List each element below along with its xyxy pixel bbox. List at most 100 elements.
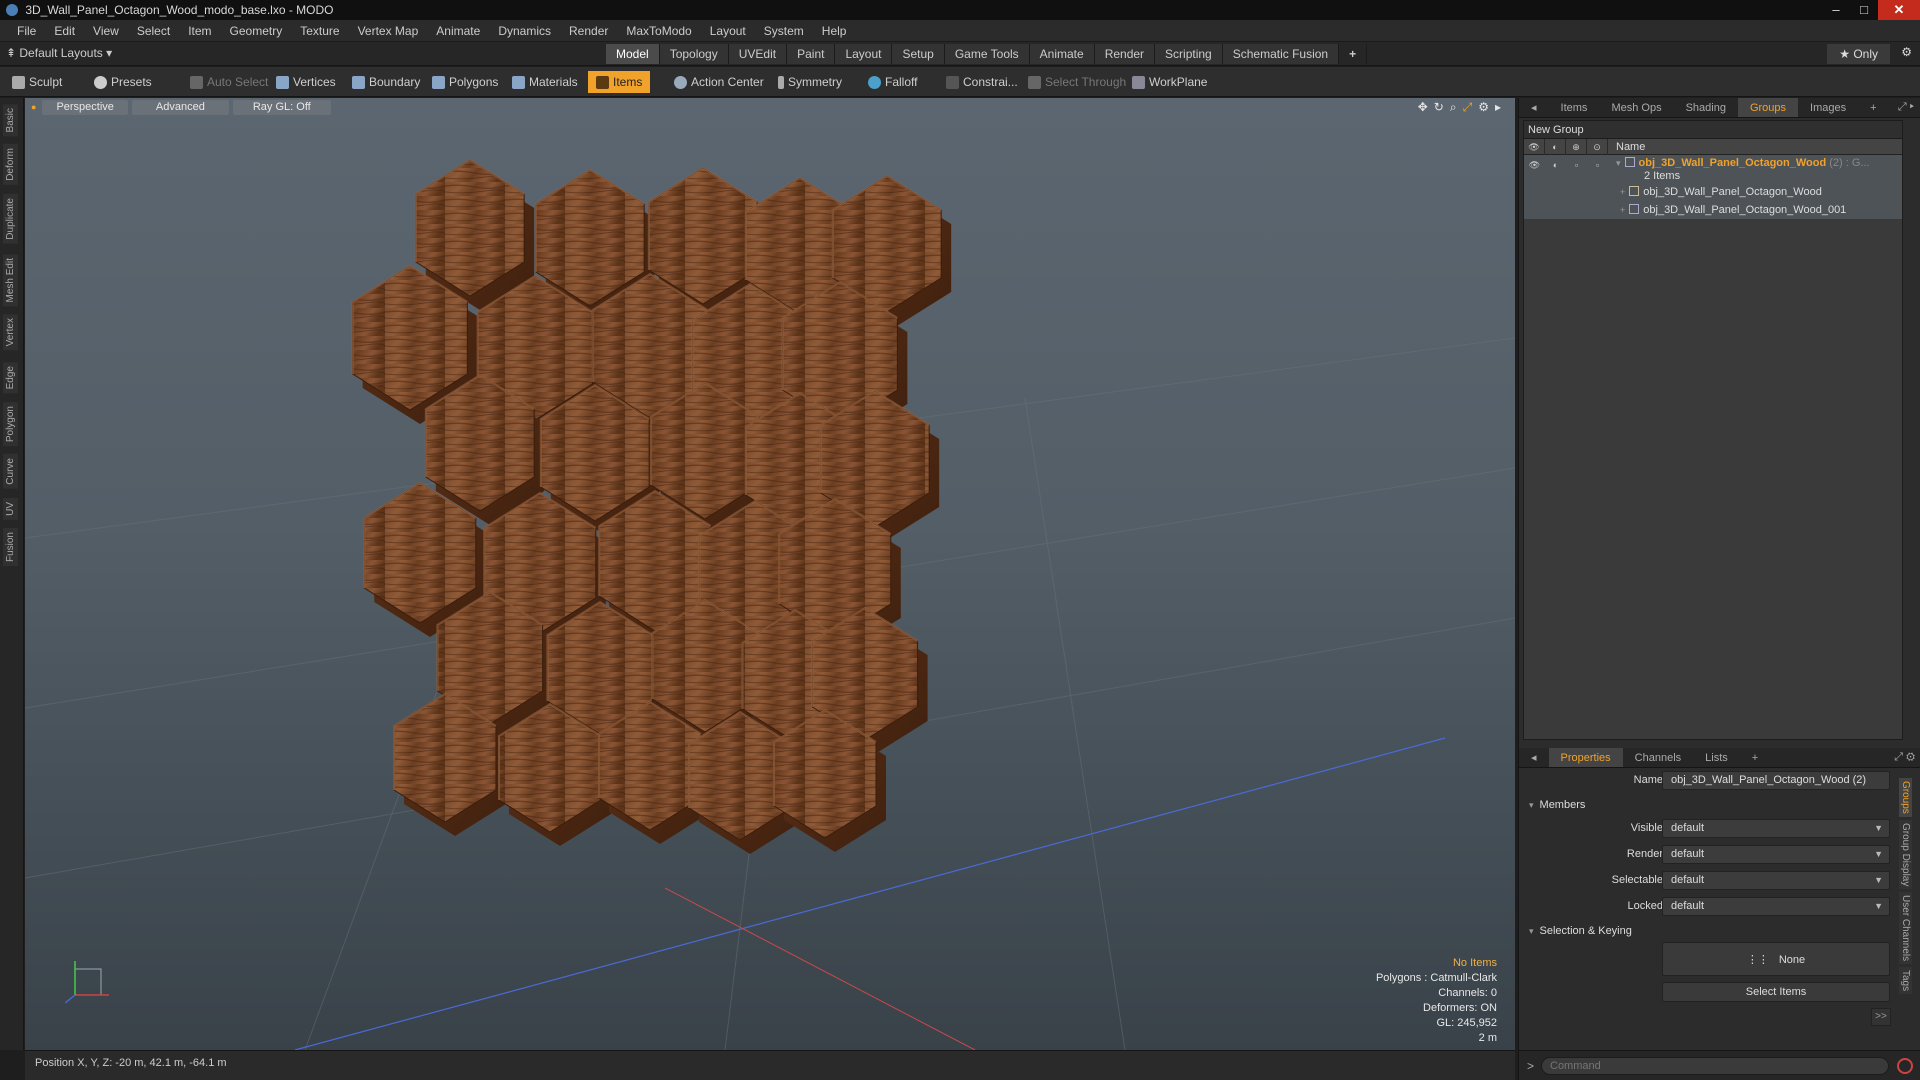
selection-keying-section[interactable]: ▾ Selection & Keying [1519, 920, 1920, 942]
left-tab-curve[interactable]: Curve [3, 454, 18, 489]
wall-panel-mesh[interactable] [351, 158, 952, 854]
menu-file[interactable]: File [8, 24, 45, 38]
constraints-button[interactable]: Constrai... [938, 71, 1026, 93]
group-row[interactable]: 👁 ◐ ▫ ▫ ▾ obj_3D_Wall_Panel_Octagon_Wood … [1524, 155, 1902, 183]
side-tab-user-channels[interactable]: User Channels [1899, 892, 1912, 965]
tab-topology[interactable]: Topology [659, 44, 729, 64]
left-tab-duplicate[interactable]: Duplicate [3, 194, 18, 244]
tab-mesh-ops[interactable]: Mesh Ops [1599, 98, 1673, 117]
materials-button[interactable]: Materials [504, 71, 586, 93]
tab-paint[interactable]: Paint [787, 44, 836, 64]
polygons-button[interactable]: Polygons [424, 71, 506, 93]
fit-icon[interactable]: ⤢ [1463, 100, 1473, 115]
render-column-icon[interactable]: ◐ [1545, 138, 1566, 155]
maximize-button[interactable]: □ [1850, 0, 1878, 20]
menu-animate[interactable]: Animate [427, 24, 489, 38]
select-items-button[interactable]: Select Items [1662, 982, 1890, 1002]
tab-properties[interactable]: Properties [1548, 748, 1623, 767]
props-menu-icon[interactable]: ◂ [1519, 748, 1549, 767]
visible-dropdown[interactable]: default ▼ [1662, 819, 1890, 838]
tab-images[interactable]: Images [1798, 98, 1858, 117]
viewport-menu-icon[interactable]: ● [31, 102, 36, 112]
tab-items[interactable]: Items [1549, 98, 1600, 117]
gear-icon[interactable]: ⚙ [1901, 45, 1912, 59]
more-button[interactable]: >> [1871, 1008, 1891, 1026]
menu-help[interactable]: Help [813, 24, 856, 38]
view-type-button[interactable]: Perspective [42, 99, 128, 115]
panel-menu-icon[interactable]: ◂ [1519, 98, 1549, 117]
command-input[interactable] [1541, 1057, 1889, 1075]
tab-shading[interactable]: Shading [1674, 98, 1738, 117]
menu-layout[interactable]: Layout [701, 24, 755, 38]
menu-select[interactable]: Select [128, 24, 179, 38]
menu-texture[interactable]: Texture [291, 24, 348, 38]
auto-select-button[interactable]: Auto Select [182, 71, 276, 93]
menu-maxtomodo[interactable]: MaxToModo [617, 24, 700, 38]
tab-render[interactable]: Render [1094, 44, 1156, 64]
layout-preset-dropdown[interactable]: ⇞ Default Layouts ▾ [6, 46, 112, 60]
select-through-button[interactable]: Select Through [1020, 71, 1134, 93]
expand-icon[interactable]: ▸ [1495, 100, 1501, 115]
vertices-button[interactable]: Vertices [268, 71, 344, 93]
action-center-button[interactable]: Action Center [666, 71, 772, 93]
stop-icon[interactable] [1897, 1058, 1913, 1074]
menu-item[interactable]: Item [179, 24, 220, 38]
side-tab-groups[interactable]: Groups [1899, 778, 1912, 817]
expand-triangle-icon[interactable]: + [1620, 187, 1625, 197]
new-group-button[interactable]: New Group [1524, 121, 1902, 139]
tab-animate[interactable]: Animate [1029, 44, 1095, 64]
left-tab-mesh-edit[interactable]: Mesh Edit [3, 254, 18, 307]
menu-edit[interactable]: Edit [45, 24, 84, 38]
menu-vertex-map[interactable]: Vertex Map [349, 24, 428, 38]
left-tab-vertex[interactable]: Vertex [3, 314, 18, 351]
tab-scripting[interactable]: Scripting [1155, 44, 1223, 64]
3d-viewport[interactable]: ● Perspective Advanced Ray GL: Off ✥ ↻ ⌕… [25, 98, 1515, 1050]
group-select-icon[interactable]: ▫ [1587, 157, 1608, 173]
only-toggle[interactable]: ★ Only [1827, 44, 1890, 64]
tab-model[interactable]: Model [606, 44, 660, 64]
left-tab-polygon[interactable]: Polygon [3, 402, 18, 447]
selectable-dropdown[interactable]: default ▼ [1662, 871, 1890, 890]
props-expand-icon[interactable]: ⤢ ⚙ [1894, 751, 1915, 764]
close-button[interactable]: ✕ [1878, 0, 1920, 20]
visibility-column-icon[interactable]: 👁 [1524, 138, 1545, 155]
panel-expand-icon[interactable]: ⤢ ▸ [1898, 101, 1914, 114]
menu-geometry[interactable]: Geometry [221, 24, 292, 38]
group-lock-icon[interactable]: ▫ [1566, 157, 1587, 173]
left-tab-basic[interactable]: Basic [3, 104, 18, 137]
list-item[interactable]: + obj_3D_Wall_Panel_Octagon_Wood [1524, 183, 1902, 201]
left-tab-edge[interactable]: Edge [3, 362, 18, 394]
shading-mode-button[interactable]: Advanced [131, 99, 229, 115]
side-tab-group-display[interactable]: Group Display [1899, 819, 1912, 890]
keying-none-button[interactable]: ⋮⋮ None [1662, 942, 1890, 976]
group-visible-icon[interactable]: 👁 [1524, 157, 1545, 173]
group-render-icon[interactable]: ◐ [1545, 157, 1566, 173]
scene-canvas[interactable] [25, 98, 1515, 1050]
add-panel-tab-button[interactable]: + [1858, 98, 1888, 117]
lock-column-icon[interactable]: ⊕ [1566, 138, 1587, 155]
minimize-button[interactable]: – [1822, 0, 1850, 20]
list-item[interactable]: + obj_3D_Wall_Panel_Octagon_Wood_001 [1524, 201, 1902, 219]
tab-schematic-fusion[interactable]: Schematic Fusion [1222, 44, 1340, 64]
tab-layout[interactable]: Layout [835, 44, 893, 64]
add-props-tab-button[interactable]: + [1740, 748, 1770, 767]
pan-icon[interactable]: ✥ [1418, 100, 1428, 115]
menu-render[interactable]: Render [560, 24, 617, 38]
presets-button[interactable]: Presets [86, 71, 160, 93]
raygl-button[interactable]: Ray GL: Off [232, 99, 331, 115]
left-tab-fusion[interactable]: Fusion [3, 528, 18, 567]
tab-setup[interactable]: Setup [892, 44, 945, 64]
left-tab-uv[interactable]: UV [3, 498, 18, 520]
workplane-button[interactable]: WorkPlane [1124, 71, 1215, 93]
boundary-button[interactable]: Boundary [344, 71, 428, 93]
rotate-icon[interactable]: ↻ [1434, 100, 1444, 115]
menu-system[interactable]: System [755, 24, 813, 38]
side-tab-tags[interactable]: Tags [1899, 967, 1912, 995]
menu-dynamics[interactable]: Dynamics [489, 24, 560, 38]
viewport-gear-icon[interactable]: ⚙ [1478, 100, 1489, 115]
tab-channels[interactable]: Channels [1623, 748, 1693, 767]
falloff-button[interactable]: Falloff [860, 71, 925, 93]
tab-uvedit[interactable]: UVEdit [728, 44, 788, 64]
locked-dropdown[interactable]: default ▼ [1662, 897, 1890, 916]
items-button[interactable]: Items [588, 71, 651, 93]
